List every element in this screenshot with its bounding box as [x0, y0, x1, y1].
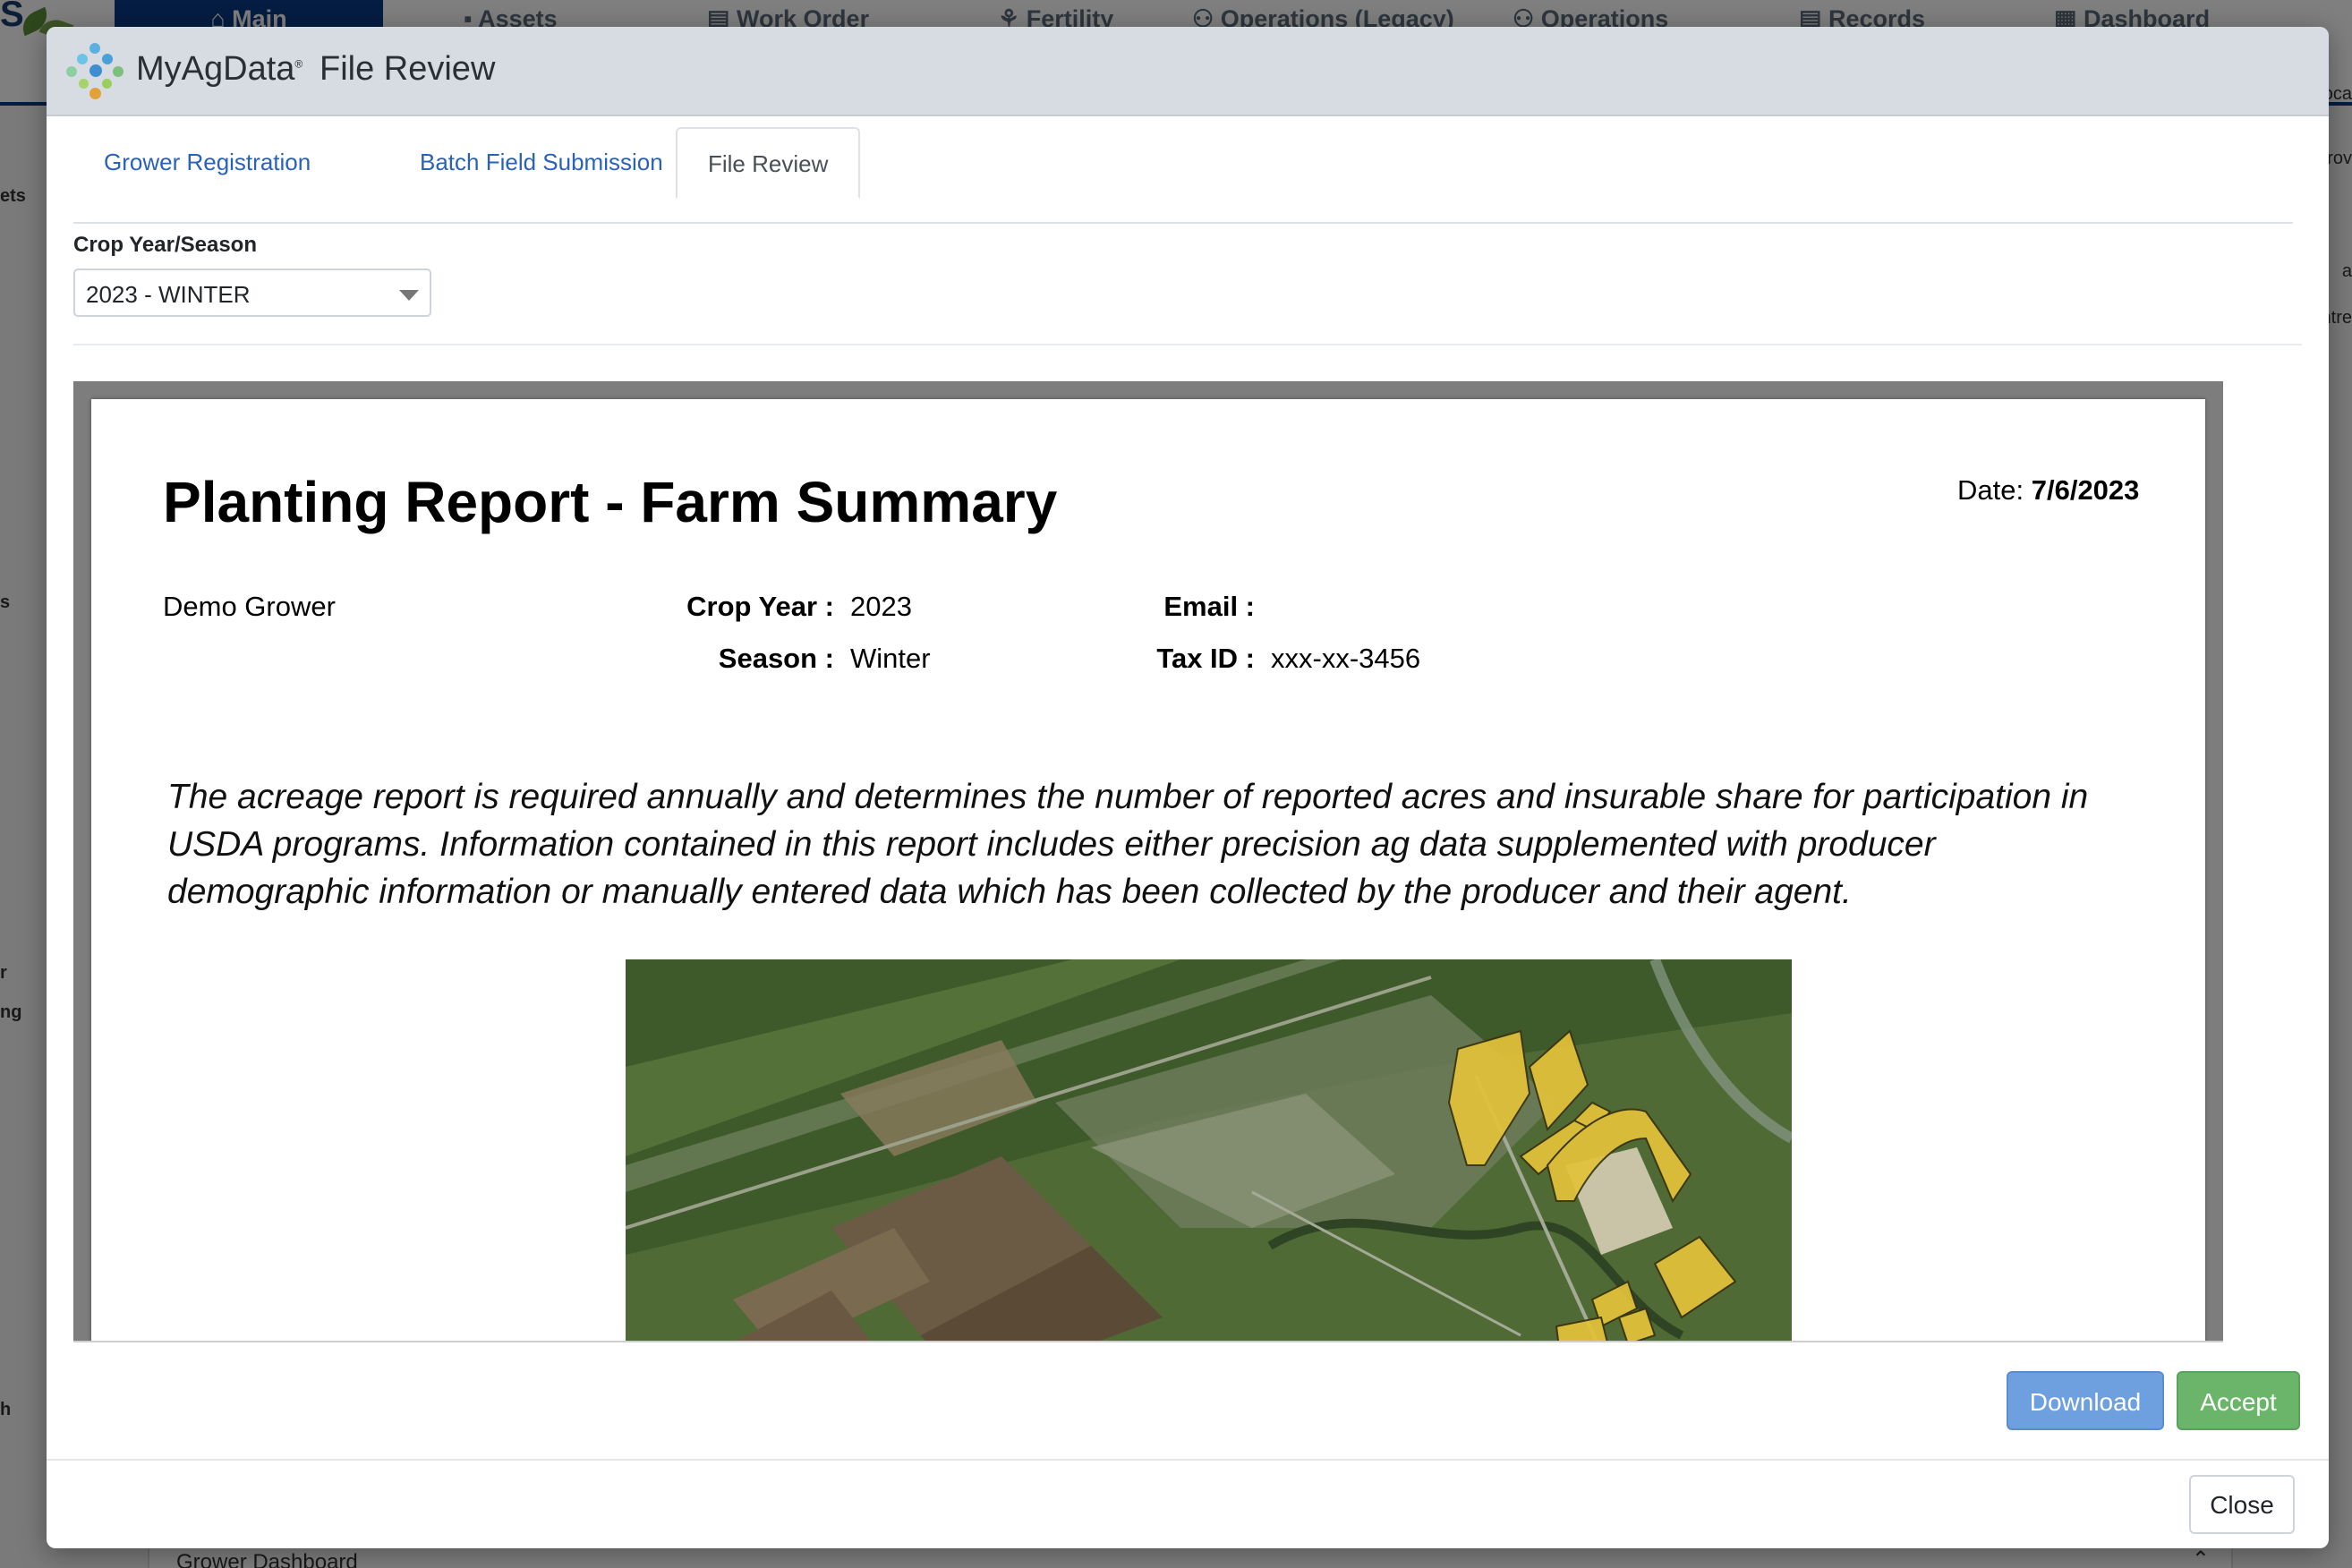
tab-grower-registration[interactable]: Grower Registration [73, 127, 341, 197]
email-key: Email : [1163, 591, 1255, 622]
report-page: Planting Report - Farm Summary Date: 7/6… [91, 399, 2205, 1341]
tab-bar: Grower Registration Batch Field Submissi… [73, 127, 2293, 224]
crop-year-value: 2023 - WINTER [86, 281, 251, 308]
tab-batch-field-submission[interactable]: Batch Field Submission [389, 127, 694, 197]
brand-name: MyAgData® [136, 50, 303, 88]
tab-file-review[interactable]: File Review [676, 127, 861, 199]
crop-year-label: Crop Year/Season [73, 233, 257, 257]
modal-title: File Review [320, 50, 496, 88]
report-description: The acreage report is required annually … [167, 778, 2089, 911]
grower-name: Demo Grower [163, 591, 336, 622]
aerial-field-map [626, 959, 1792, 1341]
crop-year-select[interactable]: 2023 - WINTER [73, 268, 431, 317]
tax-id-key: Tax ID : [1156, 643, 1255, 674]
report-title: Planting Report - Farm Summary [163, 470, 1058, 534]
accept-button[interactable]: Accept [2177, 1371, 2300, 1430]
tax-id-value: xxx-xx-3456 [1271, 643, 1421, 674]
aerial-map-image [626, 959, 1792, 1341]
season-value: Winter [850, 643, 931, 674]
report-viewer[interactable]: Planting Report - Farm Summary Date: 7/6… [73, 381, 2223, 1342]
divider [73, 344, 2302, 345]
myagdata-logo-icon [66, 41, 125, 100]
crop-year-key: Crop Year : [686, 591, 834, 622]
close-button[interactable]: Close [2189, 1475, 2295, 1534]
download-button[interactable]: Download [2007, 1371, 2164, 1430]
file-review-modal: MyAgData® File Review Grower Registratio… [47, 27, 2329, 1548]
crop-year-value: 2023 [850, 591, 912, 622]
footer-divider [47, 1459, 2329, 1461]
modal-header: MyAgData® File Review [47, 27, 2329, 116]
report-date: Date: 7/6/2023 [1957, 474, 2140, 506]
season-key: Season : [718, 643, 834, 674]
chevron-down-icon [399, 290, 419, 301]
